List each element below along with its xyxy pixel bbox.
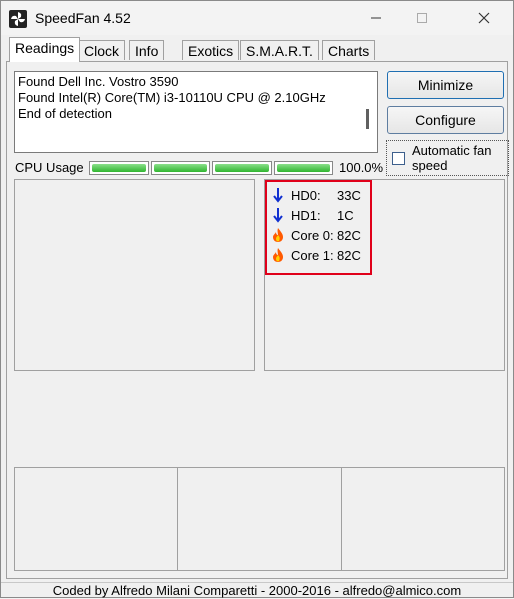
reading-name: Core 0: (291, 227, 334, 243)
cpu-core-meter-fill (153, 164, 207, 172)
automatic-fan-speed-label: Automatic fan speed (412, 143, 492, 173)
voltage-box (342, 468, 504, 570)
maximize-icon (417, 13, 427, 23)
tab-info[interactable]: Info (129, 40, 165, 60)
reading-value: 33C (337, 187, 361, 203)
reading-row-hd1: HD1: 1C (271, 205, 354, 225)
cpu-core-meter (89, 161, 149, 175)
tab-clock[interactable]: Clock (78, 40, 126, 60)
minimize-button-label: Minimize (417, 77, 474, 93)
cpu-usage-percent: 100.0% (339, 160, 384, 175)
cpu-usage-label: CPU Usage (15, 160, 84, 175)
flame-icon (271, 227, 285, 243)
minimize-window-button[interactable] (353, 1, 399, 35)
log-line: Found Dell Inc. Vostro 3590 (18, 74, 179, 89)
tab-label: Clock (84, 43, 120, 59)
tab-charts[interactable]: Charts (322, 40, 376, 60)
tab-label: Readings (15, 40, 75, 56)
voltage-box (15, 468, 179, 570)
tab-readings[interactable]: Readings (9, 37, 81, 62)
reading-row-hd0: HD0: 33C (271, 185, 361, 205)
minimize-icon (371, 17, 381, 19)
automatic-fan-speed-checkbox[interactable] (392, 152, 405, 165)
reading-value: 82C (337, 227, 361, 243)
flame-icon (271, 247, 285, 263)
arrow-down-icon (271, 187, 285, 203)
close-icon (478, 12, 490, 24)
voltage-box (178, 468, 342, 570)
reading-row-core1: Core 1: 82C (271, 245, 361, 265)
configure-button[interactable]: Configure (387, 106, 504, 134)
tab-smart[interactable]: S.M.A.R.T. (240, 40, 319, 60)
detection-log[interactable]: Found Dell Inc. Vostro 3590 Found Intel(… (14, 71, 378, 153)
speedfan-window: SpeedFan 4.52 Readings Clock Info Exotic… (0, 0, 514, 598)
tab-label: S.M.A.R.T. (246, 43, 313, 59)
fan-speeds-box (14, 179, 255, 371)
tab-label: Exotics (188, 43, 234, 59)
maximize-window-button[interactable] (399, 1, 445, 35)
configure-button-label: Configure (415, 112, 476, 128)
status-bar: Coded by Alfredo Milani Comparetti - 200… (1, 582, 513, 599)
cpu-core-meter (273, 161, 333, 175)
cpu-core-meter (212, 161, 272, 175)
arrow-down-icon (271, 207, 285, 223)
cpu-usage-meters (89, 161, 333, 175)
log-line: Found Intel(R) Core(TM) i3-10110U CPU @ … (18, 90, 326, 105)
reading-name: Core 1: (291, 247, 334, 263)
temperature-readings-highlight: HD0: 33C HD1: 1C Core 0: 82C Core 1: 82C (265, 180, 372, 275)
cpu-core-meter-fill (215, 164, 269, 172)
voltages-area (14, 467, 505, 571)
reading-row-core0: Core 0: 82C (271, 225, 361, 245)
reading-value: 1C (337, 207, 354, 223)
automatic-fan-speed-option[interactable]: Automatic fan speed (386, 140, 509, 176)
title-bar[interactable]: SpeedFan 4.52 (1, 1, 513, 35)
reading-name: HD0: (291, 187, 321, 203)
reading-value: 82C (337, 247, 361, 263)
cpu-core-meter-fill (92, 164, 146, 172)
cpu-core-meter-fill (276, 164, 330, 172)
tab-label: Info (135, 43, 159, 59)
tab-label: Charts (328, 43, 370, 59)
log-scrollbar-thumb[interactable] (366, 109, 369, 129)
cpu-core-meter (150, 161, 210, 175)
fan-app-icon (9, 10, 27, 28)
log-line: End of detection (18, 106, 112, 121)
window-title: SpeedFan 4.52 (35, 10, 131, 26)
close-window-button[interactable] (461, 1, 507, 35)
reading-name: HD1: (291, 207, 321, 223)
tab-exotics[interactable]: Exotics (182, 40, 240, 60)
minimize-button[interactable]: Minimize (387, 71, 504, 99)
